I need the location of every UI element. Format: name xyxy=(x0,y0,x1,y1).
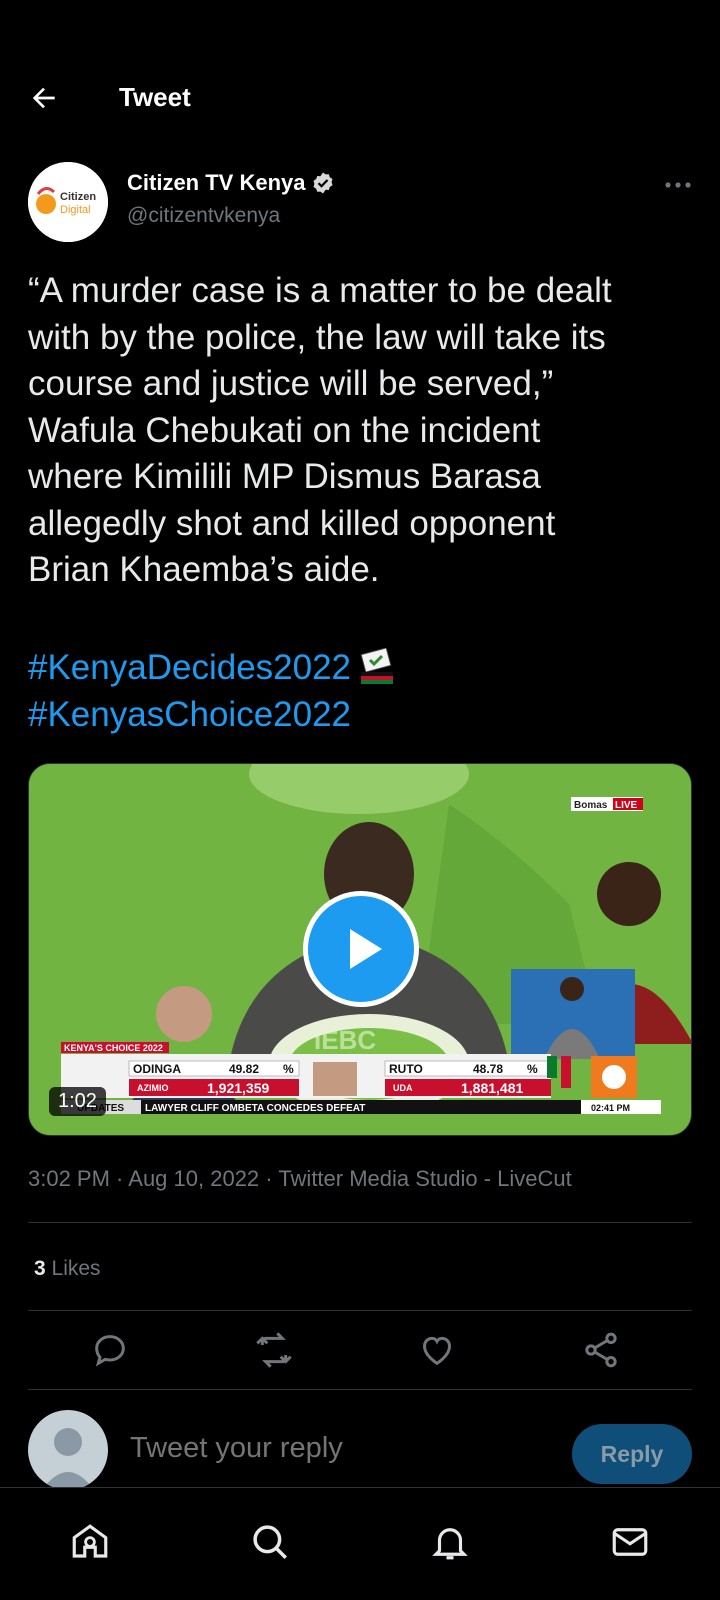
bottom-navigation xyxy=(0,1487,720,1600)
author-handle[interactable]: @citizentvkenya xyxy=(127,204,280,228)
play-icon xyxy=(350,929,382,969)
reply-input[interactable] xyxy=(130,1432,530,1465)
ticker-pct-sign: % xyxy=(527,1062,538,1076)
live-channel-label: Bomas xyxy=(574,800,608,811)
tweet-line: allegedly shot and killed opponent xyxy=(28,503,556,543)
live-badge: LIVE xyxy=(615,800,638,811)
likes-label: Likes xyxy=(51,1257,101,1280)
ticker-clock: 02:41 PM xyxy=(591,1103,630,1113)
ticker-candidate2-name: RUTO xyxy=(389,1062,423,1076)
ticker-show-title: KENYA'S CHOICE 2022 xyxy=(64,1043,163,1053)
tweet-line: where Kimilili MP Dismus Barasa xyxy=(28,457,541,496)
ticker-headline: LAWYER CLIFF OMBETA CONCEDES DEFEAT xyxy=(145,1103,365,1114)
notifications-bell-icon[interactable] xyxy=(429,1521,471,1563)
tweet-hashtags: #KenyaDecides2022 #KenyasChoice2022 xyxy=(28,645,397,738)
tweet-timestamp[interactable]: 3:02 PM · Aug 10, 2022 · Twitter Media S… xyxy=(28,1166,572,1192)
more-options-icon[interactable] xyxy=(664,180,692,190)
like-heart-icon[interactable] xyxy=(417,1330,457,1370)
home-icon[interactable] xyxy=(69,1521,111,1563)
tweet-line: Wafula Chebukati on the incident xyxy=(28,410,541,450)
hashtag-link[interactable]: #KenyasChoice2022 xyxy=(28,692,351,739)
author-name[interactable]: Citizen TV Kenya xyxy=(127,170,305,196)
default-profile-icon xyxy=(42,1428,94,1490)
author-avatar[interactable]: Citizen Digital xyxy=(28,162,108,242)
divider xyxy=(28,1389,692,1390)
video-player[interactable]: IEBC Bomas LIVE KENYA'S CHOICE 2022 ODIN… xyxy=(28,763,692,1136)
page-title: Tweet xyxy=(119,82,191,112)
reply-composer: Reply xyxy=(28,1410,692,1490)
arrow-left-icon[interactable] xyxy=(28,82,60,114)
avatar-logo-text-1: Citizen xyxy=(60,191,96,203)
divider xyxy=(28,1310,692,1311)
ticker-pct-sign: % xyxy=(283,1062,294,1076)
share-icon[interactable] xyxy=(581,1330,621,1370)
user-avatar[interactable] xyxy=(28,1410,108,1490)
ballot-box-emoji-icon xyxy=(360,648,394,685)
play-button[interactable] xyxy=(303,891,419,1007)
reply-button[interactable]: Reply xyxy=(572,1424,692,1484)
tweet-body: “A murder case is a matter to be dealt w… xyxy=(28,268,698,594)
messages-mail-icon[interactable] xyxy=(609,1521,651,1563)
likes-count[interactable]: 3 Likes xyxy=(34,1257,101,1281)
ticker-candidate2-votes: 1,881,481 xyxy=(461,1080,523,1096)
tweet-line: course and justice will be served,” xyxy=(28,364,554,403)
tweet-line: with by the police, the law will take it… xyxy=(28,317,606,357)
ticker-candidate1-name: ODINGA xyxy=(133,1062,181,1076)
reply-icon[interactable] xyxy=(90,1330,130,1370)
ticker-candidate1-party: AZIMIO xyxy=(137,1083,169,1093)
tweet-line: “A murder case is a matter to be dealt xyxy=(28,271,612,310)
divider xyxy=(28,1222,692,1223)
hashtag-link[interactable]: #KenyaDecides2022 xyxy=(28,645,351,692)
ticker-candidate2-party: UDA xyxy=(393,1083,413,1093)
verified-badge-icon xyxy=(313,172,333,194)
ticker-candidate1-votes: 1,921,359 xyxy=(207,1080,269,1096)
ticker-candidate1-pct: 49.82 xyxy=(229,1062,259,1076)
search-icon[interactable] xyxy=(249,1521,291,1563)
ticker-candidate2-pct: 48.78 xyxy=(473,1062,503,1076)
top-bar: Tweet xyxy=(0,70,720,126)
author-name-row: Citizen TV Kenya xyxy=(127,170,335,196)
tweet-author: Citizen Digital Citizen TV Kenya @citize… xyxy=(28,162,692,244)
podium-text: IEBC xyxy=(314,1025,376,1055)
video-duration: 1:02 xyxy=(49,1087,106,1116)
tweet-actions xyxy=(28,1330,692,1370)
retweet-icon[interactable] xyxy=(254,1330,294,1370)
tweet-line: Brian Khaemba’s aide. xyxy=(28,550,380,589)
avatar-logo-text-2: Digital xyxy=(60,204,91,216)
likes-number: 3 xyxy=(34,1257,46,1280)
